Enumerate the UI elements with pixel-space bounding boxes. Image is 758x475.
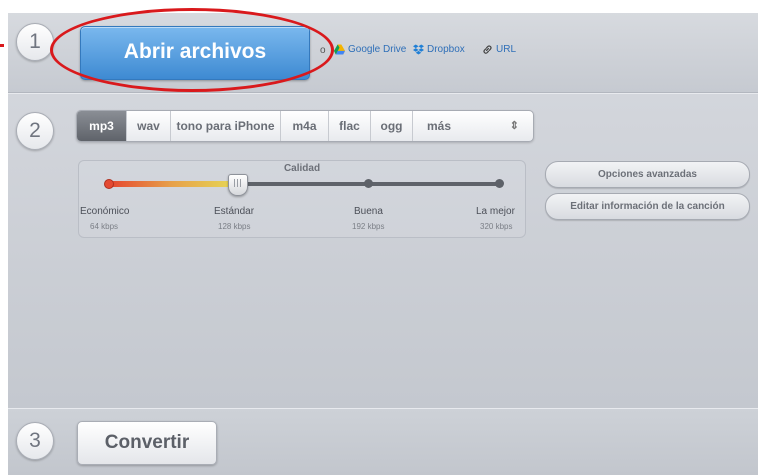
or-separator: o (320, 45, 326, 56)
annotation-arrow-tip (0, 44, 4, 47)
step-number-1: 1 (16, 23, 54, 61)
format-tabs: mp3 wav tono para iPhone m4a flac ogg má… (76, 110, 534, 142)
google-drive-link[interactable]: Google Drive (334, 44, 406, 55)
url-link[interactable]: URL (482, 44, 516, 55)
edit-track-info-button[interactable]: Editar información de la canción (545, 193, 750, 220)
dropbox-link[interactable]: Dropbox (413, 44, 465, 55)
quality-slider-fill (108, 181, 236, 187)
quality-label-best: La mejor (476, 206, 515, 217)
quality-label-good: Buena (354, 206, 383, 217)
tab-ogg[interactable]: ogg (371, 111, 413, 141)
more-formats-select[interactable]: más ⇕ (413, 111, 531, 141)
dropbox-label: Dropbox (427, 44, 465, 55)
quality-stop-best[interactable] (495, 179, 504, 188)
quality-rate-standard: 128 kbps (218, 222, 251, 231)
quality-rate-good: 192 kbps (352, 222, 385, 231)
url-label: URL (496, 44, 517, 55)
quality-box: Calidad (78, 160, 526, 238)
tab-flac[interactable]: flac (329, 111, 371, 141)
quality-label-standard: Estándar (214, 206, 255, 217)
tab-m4a[interactable]: m4a (281, 111, 329, 141)
quality-slider-handle[interactable] (228, 174, 248, 196)
open-files-button[interactable]: Abrir archivos (80, 26, 310, 80)
quality-stop-economic[interactable] (104, 179, 114, 189)
google-drive-label: Google Drive (348, 44, 407, 55)
quality-stop-good[interactable] (364, 179, 373, 188)
advanced-options-button[interactable]: Opciones avanzadas (545, 161, 750, 188)
quality-title: Calidad (283, 163, 321, 174)
google-drive-icon (334, 44, 345, 55)
tab-mp3[interactable]: mp3 (77, 111, 127, 141)
step-number-2: 2 (16, 112, 54, 150)
select-updown-icon: ⇕ (509, 120, 519, 132)
quality-label-economic: Económico (80, 206, 130, 217)
step-number-3: 3 (16, 422, 54, 460)
tab-wav[interactable]: wav (127, 111, 171, 141)
more-formats-label: más (427, 119, 452, 133)
convert-button[interactable]: Convertir (77, 421, 217, 465)
quality-rate-best: 320 kbps (480, 222, 513, 231)
dropbox-icon (413, 44, 424, 55)
tab-iphone-ringtone[interactable]: tono para iPhone (171, 111, 281, 141)
link-icon (483, 45, 492, 54)
quality-rate-economic: 64 kbps (90, 222, 119, 231)
